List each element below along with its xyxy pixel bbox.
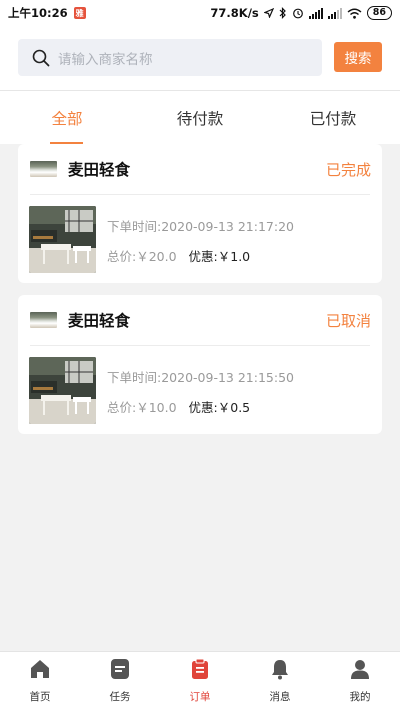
total-price: 总价:￥20.0 xyxy=(107,249,177,264)
nav-label: 我的 xyxy=(349,691,371,703)
location-icon xyxy=(263,8,274,18)
order-icon xyxy=(192,658,208,679)
nav-item-order[interactable]: 订单 xyxy=(160,652,240,711)
shop-logo xyxy=(30,161,57,177)
divider xyxy=(30,345,370,346)
bottom-navigation: 首页 任务 订单 消息 我的 xyxy=(0,651,400,711)
nav-label: 消息 xyxy=(269,691,291,703)
nav-label: 首页 xyxy=(29,691,51,703)
task-icon xyxy=(111,659,129,679)
network-speed: 77.8K/s xyxy=(210,6,259,20)
signal-2-icon xyxy=(327,7,342,19)
discount: 优惠:￥1.0 xyxy=(188,249,251,264)
nav-item-mine[interactable]: 我的 xyxy=(320,652,400,711)
search-area: 请输入商家名称 搜索 xyxy=(0,26,400,90)
nav-item-task[interactable]: 任务 xyxy=(80,652,160,711)
search-icon xyxy=(32,49,50,66)
user-icon xyxy=(351,660,369,679)
tab-paid[interactable]: 已付款 xyxy=(283,91,383,144)
shop-logo xyxy=(30,312,57,328)
order-card-header: 麦田轻食 已取消 xyxy=(18,295,382,345)
order-status: 已完成 xyxy=(325,160,371,179)
search-placeholder: 请输入商家名称 xyxy=(58,51,153,68)
price-row: 总价:￥20.0 优惠:￥1.0 xyxy=(107,246,250,265)
product-image xyxy=(29,206,96,273)
nav-item-home[interactable]: 首页 xyxy=(0,652,80,711)
divider xyxy=(30,194,370,195)
price-row: 总价:￥10.0 优惠:￥0.5 xyxy=(107,397,250,416)
bell-icon xyxy=(272,660,288,680)
signal-icon xyxy=(308,7,323,19)
product-image xyxy=(29,357,96,424)
order-tabs: 全部 待付款 已付款 xyxy=(0,90,400,144)
order-card-header: 麦田轻食 已完成 xyxy=(18,144,382,194)
search-button[interactable]: 搜索 xyxy=(334,42,382,72)
tab-all[interactable]: 全部 xyxy=(17,91,117,144)
shop-name: 麦田轻食 xyxy=(68,161,131,179)
home-icon xyxy=(31,660,49,678)
shop-name: 麦田轻食 xyxy=(68,312,131,330)
order-time: 下单时间:2020-09-13 21:17:20 xyxy=(107,219,294,234)
alarm-icon xyxy=(292,8,303,19)
order-status: 已取消 xyxy=(325,311,371,330)
status-bar: 上午10:26 雅 77.8K/s 86 xyxy=(0,0,400,26)
order-card[interactable]: 麦田轻食 已完成 下单时间:2020-09-13 21:17:20 总价:￥20… xyxy=(18,144,382,283)
discount: 优惠:￥0.5 xyxy=(188,400,251,415)
battery-icon: 86 xyxy=(366,6,392,20)
nav-item-messages[interactable]: 消息 xyxy=(240,652,320,711)
search-input[interactable]: 请输入商家名称 xyxy=(18,39,322,76)
order-time: 下单时间:2020-09-13 21:15:50 xyxy=(107,370,294,385)
nav-label: 任务 xyxy=(109,691,131,703)
bluetooth-icon xyxy=(279,7,286,19)
tab-pending-payment[interactable]: 待付款 xyxy=(150,91,250,144)
nav-label: 订单 xyxy=(189,691,211,703)
order-card[interactable]: 麦田轻食 已取消 下单时间:2020-09-13 21:15:50 总价:￥10… xyxy=(18,295,382,434)
wifi-icon xyxy=(347,8,362,19)
total-price: 总价:￥10.0 xyxy=(107,400,177,415)
status-time: 上午10:26 xyxy=(8,6,68,20)
notification-badge-icon: 雅 xyxy=(73,7,86,19)
